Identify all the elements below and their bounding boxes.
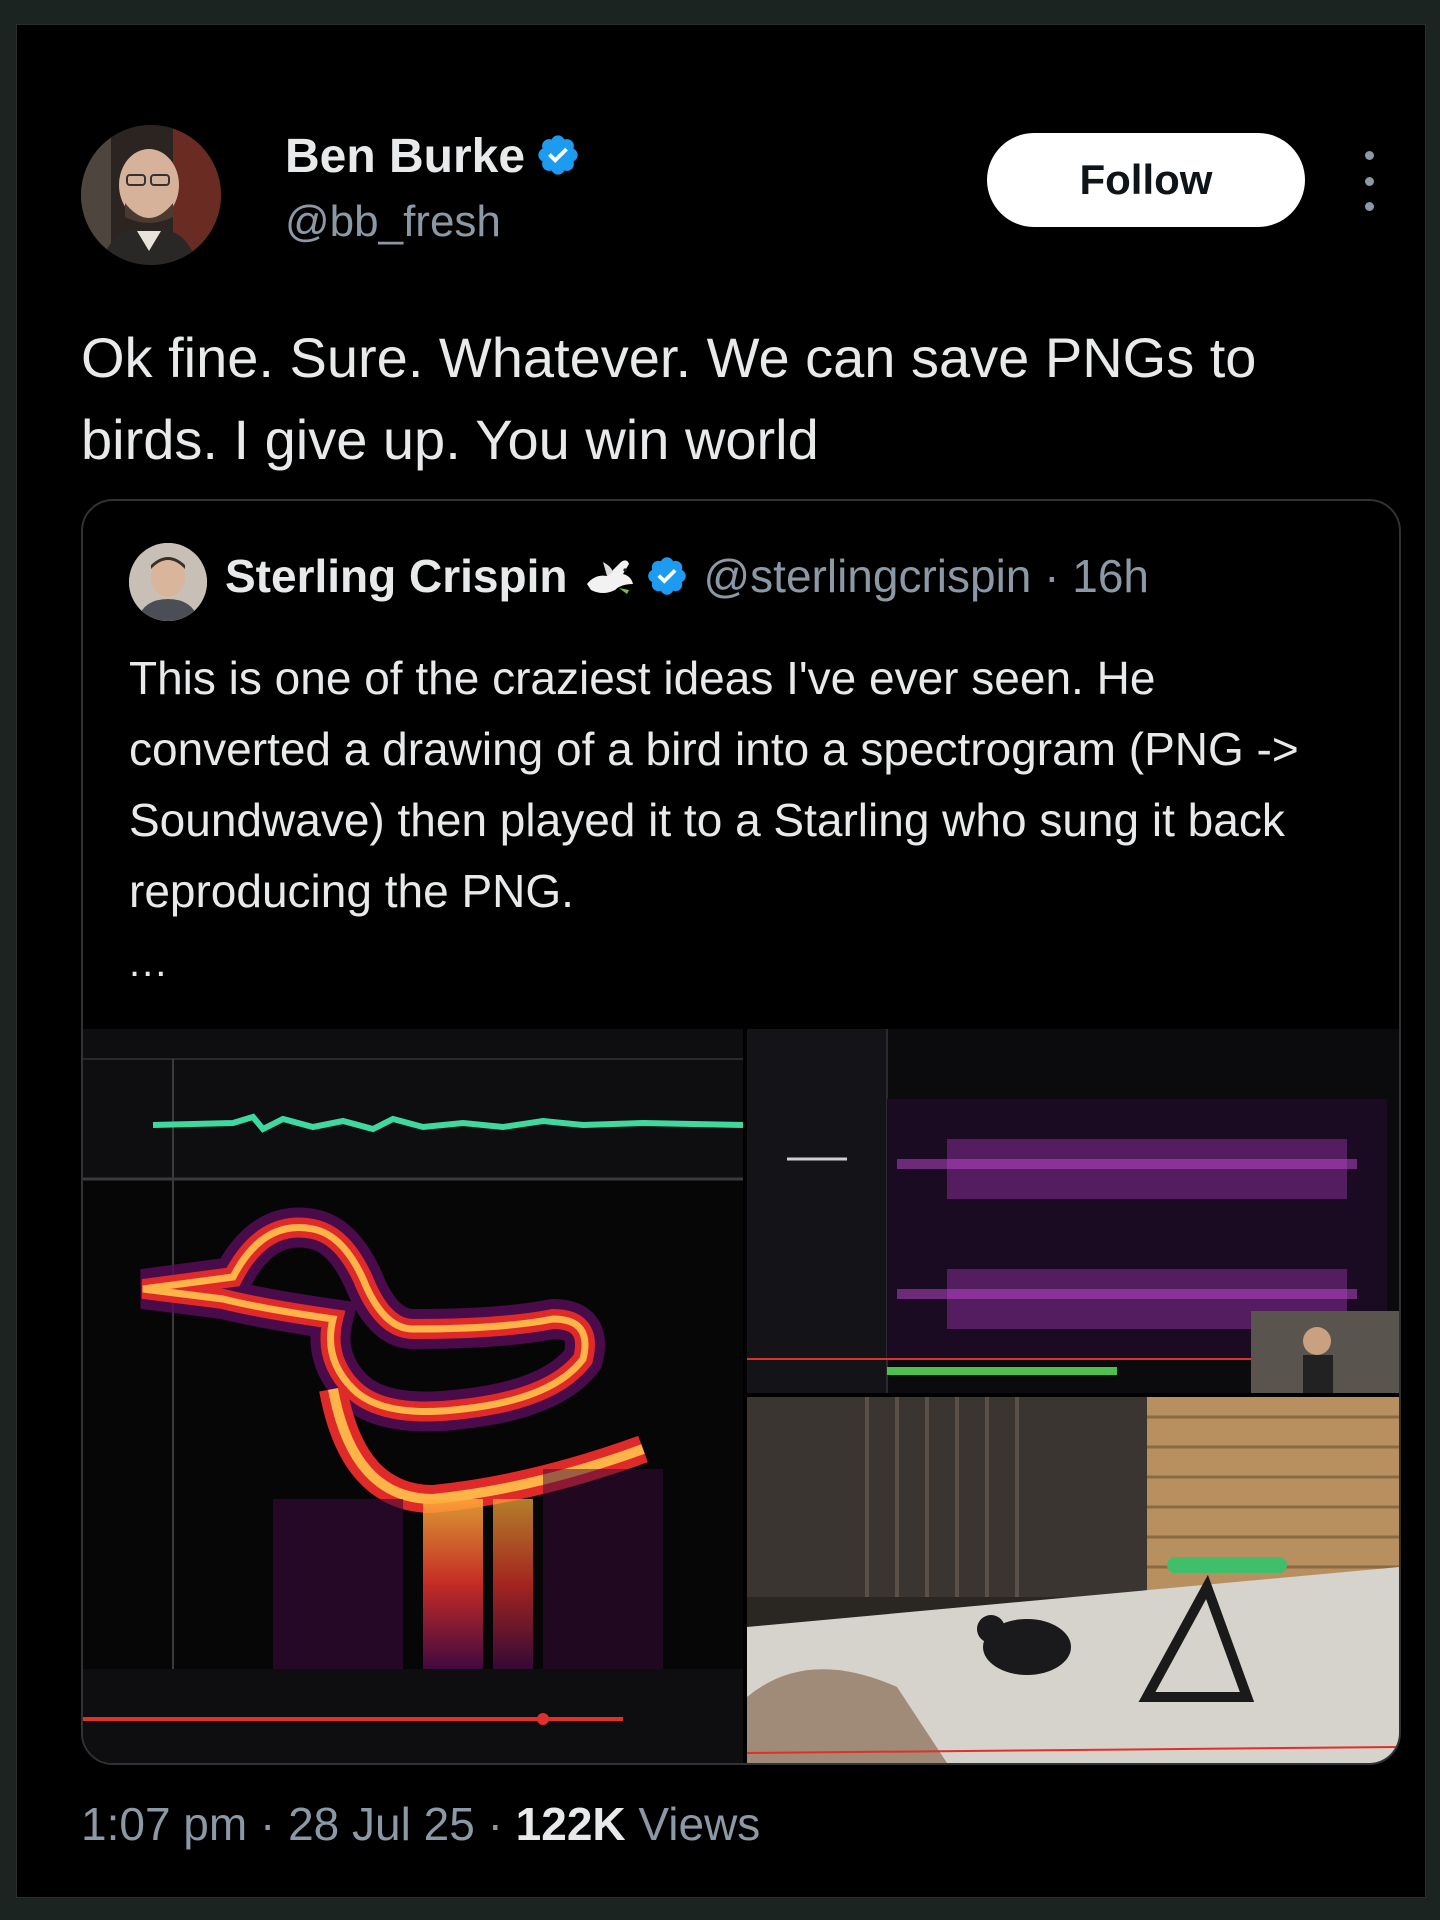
quote-author-name[interactable]: Sterling Crispin <box>225 549 567 603</box>
author-name-text: Ben Burke <box>285 130 526 183</box>
views-label: Views <box>625 1798 761 1850</box>
tweet-text: Ok fine. Sure. Whatever. We can save PNG… <box>81 326 1257 471</box>
quote-author-avatar[interactable] <box>129 543 207 621</box>
quoted-tweet[interactable]: Sterling Crispin @sterlingcrispin · 16h … <box>81 499 1401 1765</box>
verified-badge-icon <box>538 135 578 175</box>
more-options-icon[interactable] <box>1349 151 1389 211</box>
verified-badge-icon <box>648 557 687 595</box>
tweet-card: Ben Burke @bb_fresh Follow Ok fine. Sure… <box>16 24 1426 1898</box>
timestamp[interactable]: 1:07 pm · 28 Jul 25 · <box>81 1798 516 1850</box>
tweet-meta: 1:07 pm · 28 Jul 25 · 122K Views <box>81 1797 760 1851</box>
author-name[interactable]: Ben Burke <box>285 129 581 184</box>
author-handle[interactable]: @bb_fresh <box>285 197 501 247</box>
spectrogram-bird-image[interactable] <box>83 1029 743 1763</box>
starling-photo[interactable] <box>747 1397 1399 1763</box>
audio-editor-screenshot[interactable] <box>747 1029 1399 1393</box>
quote-text: This is one of the craziest ideas I've e… <box>129 652 1299 917</box>
quote-media-grid <box>83 1029 1399 1763</box>
follow-button[interactable]: Follow <box>987 133 1305 227</box>
quote-show-more[interactable]: ... <box>129 941 168 986</box>
quote-header: Sterling Crispin @sterlingcrispin · 16h <box>225 549 1149 603</box>
views-count: 122K <box>515 1798 626 1850</box>
dove-emoji-icon <box>587 560 634 594</box>
quote-author-handle[interactable]: @sterlingcrispin · 16h <box>703 549 1149 603</box>
author-avatar[interactable] <box>81 125 221 265</box>
